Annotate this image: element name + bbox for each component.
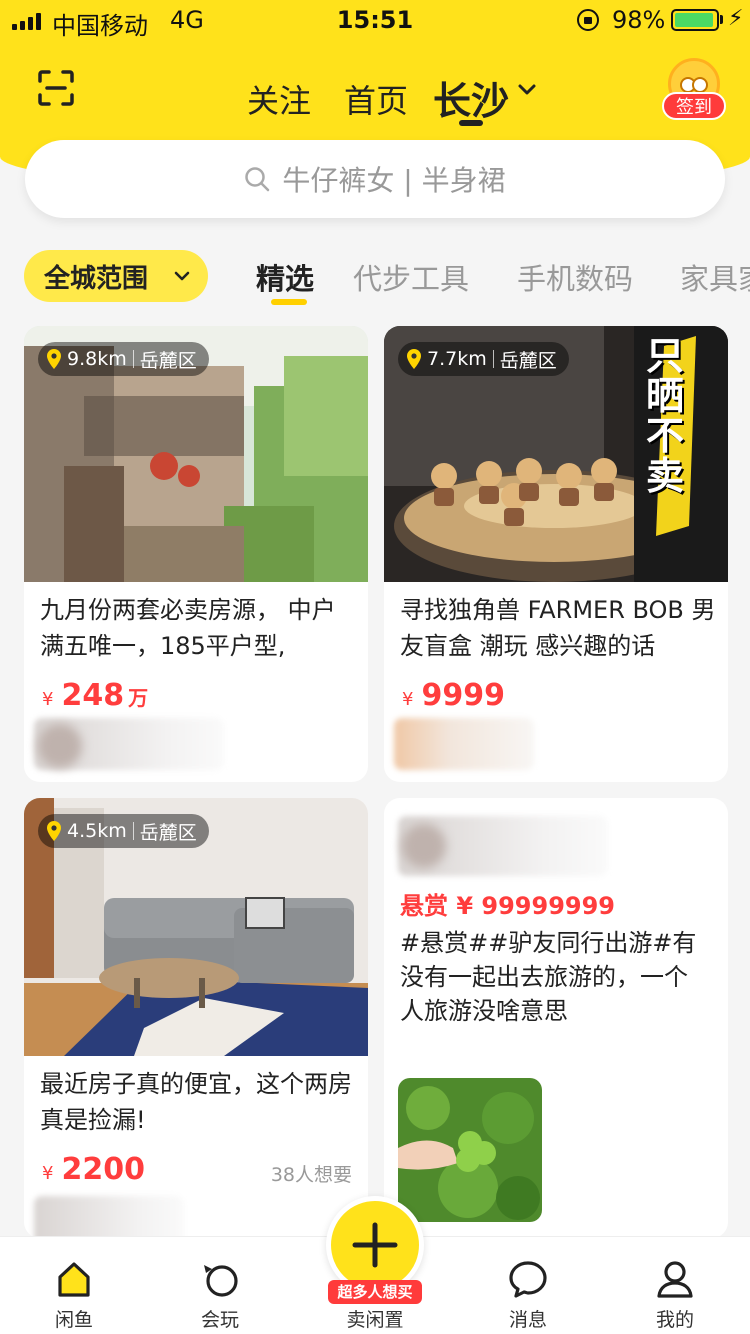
- location-pin-icon: [47, 821, 61, 841]
- battery-icon: [671, 9, 719, 31]
- listing-card[interactable]: 只晒不卖 7.7km 岳麓区 寻找独角兽 FARMER BOB 男友盲盒 潮玩 …: [384, 326, 728, 782]
- listing-price: ¥ 248 万: [42, 678, 149, 713]
- listing-price: ¥ 9999: [402, 678, 505, 713]
- scope-label: 全城范围: [44, 263, 149, 294]
- top-tabs: 关注 首页 长沙: [0, 70, 750, 130]
- tab-label: 会玩: [200, 1309, 239, 1331]
- category-indicator: [271, 299, 307, 305]
- category-tab[interactable]: 精选: [256, 256, 314, 298]
- tab-play[interactable]: 会玩: [170, 1237, 270, 1334]
- charging-icon: ⚡: [728, 6, 744, 31]
- tab-label: 闲鱼: [54, 1309, 93, 1331]
- listing-price: ¥ 2200: [42, 1152, 145, 1187]
- seller-info-blurred: [34, 1196, 184, 1238]
- tab-mine[interactable]: 我的: [625, 1237, 725, 1334]
- scope-dropdown[interactable]: 全城范围: [24, 250, 208, 302]
- tab-label: 我的: [655, 1309, 694, 1331]
- rotation-lock-icon: [577, 9, 599, 31]
- home-icon: [58, 1262, 90, 1297]
- chevron-down-icon: [174, 271, 190, 281]
- area: 岳麓区: [139, 821, 197, 844]
- plus-icon: [352, 1222, 398, 1268]
- distance: 9.8km: [67, 348, 127, 370]
- listing-photo: 只晒不卖 7.7km 岳麓区: [384, 326, 728, 582]
- bounty-text: #悬赏##驴友同行出游#有没有一起出去旅游的，一个人旅游没啥意思: [400, 929, 697, 1025]
- user-icon: [657, 1261, 693, 1298]
- distance: 7.7km: [427, 348, 487, 370]
- category-tab[interactable]: 家具家: [680, 256, 750, 298]
- avatar: [38, 724, 82, 768]
- status-bar: 中国移动 4G 15:51 98% ⚡: [0, 0, 750, 42]
- play-icon: [204, 1265, 238, 1297]
- location-tag: 7.7km 岳麓区: [398, 342, 569, 376]
- area: 岳麓区: [139, 349, 197, 372]
- tab-messages[interactable]: 消息: [478, 1237, 578, 1334]
- area: 岳麓区: [499, 349, 557, 372]
- location-tag: 9.8km 岳麓区: [38, 342, 209, 376]
- avatar: [402, 824, 446, 868]
- publish-badge: 超多人想买: [328, 1280, 422, 1304]
- category-tab[interactable]: 代步工具: [353, 256, 469, 298]
- listing-photo: 4.5km 岳麓区: [24, 798, 368, 1056]
- location-tag: 4.5km 岳麓区: [38, 814, 209, 848]
- location-pin-icon: [407, 349, 421, 369]
- want-count: 38人想要: [270, 1164, 352, 1186]
- bounty-amount: 悬赏 ¥ 99999999: [400, 892, 616, 920]
- battery-percent: 98%: [612, 6, 666, 34]
- listing-card[interactable]: 9.8km 岳麓区 九月份两套必卖房源， 中户满五唯一，185平户型, ¥ 24…: [24, 326, 368, 782]
- listing-title: 九月份两套必卖房源， 中户满五唯一，185平户型,: [40, 596, 336, 660]
- active-tab-indicator: [459, 120, 483, 126]
- category-tabs: 精选 代步工具 手机数码 家具家: [256, 256, 750, 306]
- search-icon: [245, 167, 270, 192]
- message-icon: [509, 1261, 547, 1298]
- checkin-button[interactable]: 签到: [662, 58, 726, 122]
- bounty-card[interactable]: 悬赏 ¥ 99999999 #悬赏##驴友同行出游#有没有一起出去旅游的，一个人…: [384, 798, 728, 1238]
- listing-card[interactable]: 4.5km 岳麓区 最近房子真的便宜，这个两房真是捡漏! ¥ 2200 38人想…: [24, 798, 368, 1238]
- tab-follow[interactable]: 关注: [247, 76, 311, 122]
- tab-label: 卖闲置: [346, 1309, 404, 1331]
- listing-title: 寻找独角兽 FARMER BOB 男友盲盒 潮玩 感兴趣的话: [400, 596, 716, 660]
- tab-city[interactable]: 长沙: [433, 70, 509, 125]
- listing-photo: 9.8km 岳麓区: [24, 326, 368, 582]
- tab-home[interactable]: 首页: [344, 76, 408, 122]
- tab-label: 消息: [508, 1309, 547, 1331]
- search-placeholder: 牛仔裤女 | 半身裙: [282, 164, 506, 197]
- search-bar[interactable]: 牛仔裤女 | 半身裙: [25, 140, 725, 218]
- chevron-down-icon[interactable]: [517, 80, 537, 100]
- listing-title: 最近房子真的便宜，这个两房真是捡漏!: [40, 1070, 352, 1134]
- tab-home[interactable]: 闲鱼: [24, 1237, 124, 1334]
- seller-info-blurred: [394, 718, 534, 770]
- location-pin-icon: [47, 349, 61, 369]
- bounty-photo: [398, 1078, 542, 1222]
- overlay-text: 只晒不卖: [646, 333, 685, 498]
- distance: 4.5km: [67, 820, 127, 842]
- category-tab[interactable]: 手机数码: [517, 256, 633, 298]
- checkin-label: 签到: [662, 92, 726, 120]
